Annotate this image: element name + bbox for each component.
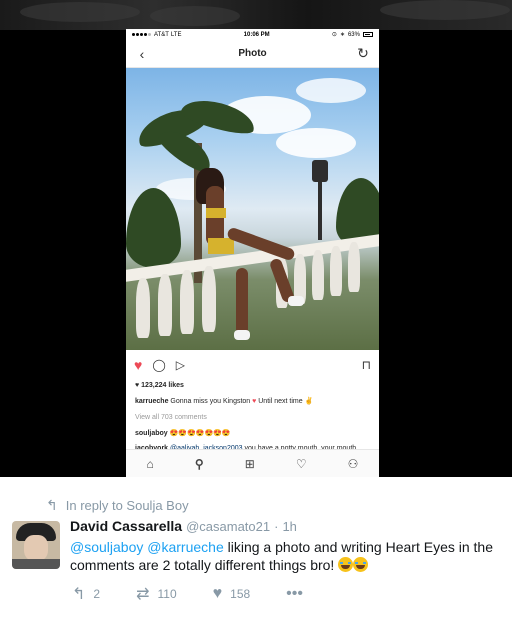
heart-eyes-emoji-icon: 😍😍😍😍😍😍😍	[169, 430, 231, 437]
signal-icon	[132, 32, 152, 38]
add-post-icon[interactable]: ⊞	[245, 457, 255, 471]
phone-status-bar: AT&T LTE 10:06 PM ⊙ ∗ 63%	[126, 29, 379, 40]
retweet-icon: ⇄	[136, 586, 150, 603]
clock: 10:06 PM	[243, 31, 270, 38]
bookmark-icon[interactable]: ⊓	[362, 358, 371, 372]
mention-karrueche[interactable]: @karrueche	[147, 539, 223, 555]
retweet-button[interactable]: ⇄ 110	[136, 584, 177, 604]
more-dots-icon: •••	[286, 585, 303, 602]
mention-souljaboy[interactable]: @souljaboy	[70, 539, 143, 555]
instagram-tab-bar: ⌂ ⚲ ⊞ ♡ ⚇	[126, 449, 379, 477]
instagram-navbar: ‹ Photo ↻	[126, 40, 379, 68]
tweet-actions: ↰ 2 ⇄ 110 ♥ 158 •••	[72, 584, 339, 604]
activity-heart-icon[interactable]: ♡	[296, 457, 307, 471]
likes-count[interactable]: ♥ 123,224 likes	[135, 381, 373, 390]
chevron-left-icon[interactable]: ‹	[134, 46, 150, 62]
comment-icon[interactable]: ◯	[152, 358, 165, 372]
author-handle[interactable]: @casamato21	[186, 519, 270, 534]
view-comments-link[interactable]: View all 703 comments	[135, 413, 373, 422]
reply-icon: ↰	[72, 586, 86, 603]
like-button[interactable]: ♥ 158	[213, 585, 251, 603]
comment-username[interactable]: souljaboy	[135, 430, 168, 437]
share-icon[interactable]: ▷	[176, 358, 185, 372]
network-label: LTE	[170, 31, 182, 38]
media-background	[0, 0, 512, 30]
reply-button[interactable]: ↰ 2	[72, 584, 100, 604]
tweet-timestamp[interactable]: 1h	[282, 519, 296, 534]
profile-icon[interactable]: ⚇	[348, 457, 359, 471]
tears-of-joy-emoji-icon	[338, 557, 354, 572]
comment-souljaboy: souljaboy 😍😍😍😍😍😍😍	[135, 429, 373, 438]
more-button[interactable]: •••	[286, 585, 303, 603]
caption-username[interactable]: karrueche	[135, 398, 168, 405]
post-photo	[126, 68, 379, 350]
home-icon[interactable]: ⌂	[147, 457, 154, 471]
heart-filled-icon[interactable]: ♥	[134, 357, 142, 373]
battery-icon	[362, 32, 373, 37]
avatar[interactable]	[12, 521, 60, 569]
author-name[interactable]: David Cassarella	[70, 518, 182, 534]
red-heart-emoji-icon: ♥	[252, 398, 257, 405]
tears-of-joy-emoji-icon	[353, 557, 369, 572]
reply-count: 2	[93, 587, 101, 601]
location-icon: ⊙	[331, 32, 337, 38]
retweet-count: 110	[157, 587, 177, 601]
caption: karrueche Gonna miss you Kingston ♥ Unti…	[135, 398, 314, 405]
heart-icon: ♥	[212, 585, 223, 602]
refresh-icon[interactable]: ↻	[355, 45, 371, 62]
page-title: Photo	[238, 48, 267, 59]
bluetooth-icon: ∗	[339, 32, 345, 38]
search-icon[interactable]: ⚲	[195, 457, 204, 471]
tweet-text: @souljaboy @karrueche liking a photo and…	[70, 539, 493, 573]
balustrade	[126, 234, 379, 350]
carrier-label: AT&T	[154, 31, 169, 38]
likes-heart-icon: ♥	[135, 382, 140, 389]
reply-arrow-icon: ↰	[46, 497, 58, 513]
battery-percent: 63%	[347, 31, 360, 38]
reply-context[interactable]: ↰ In reply to Soulja Boy	[46, 497, 189, 514]
tweet-media[interactable]: AT&T LTE 10:06 PM ⊙ ∗ 63% ‹ Photo ↻ ♥ ◯ …	[0, 0, 512, 477]
post-actions: ♥ ◯ ▷ ⊓	[126, 354, 379, 376]
tweet-author: David Cassarella @casamato21 · 1h	[70, 518, 297, 534]
peace-hand-emoji-icon: ✌	[304, 398, 314, 405]
like-count: 158	[230, 587, 251, 601]
instagram-screenshot: AT&T LTE 10:06 PM ⊙ ∗ 63% ‹ Photo ↻ ♥ ◯ …	[126, 29, 379, 477]
